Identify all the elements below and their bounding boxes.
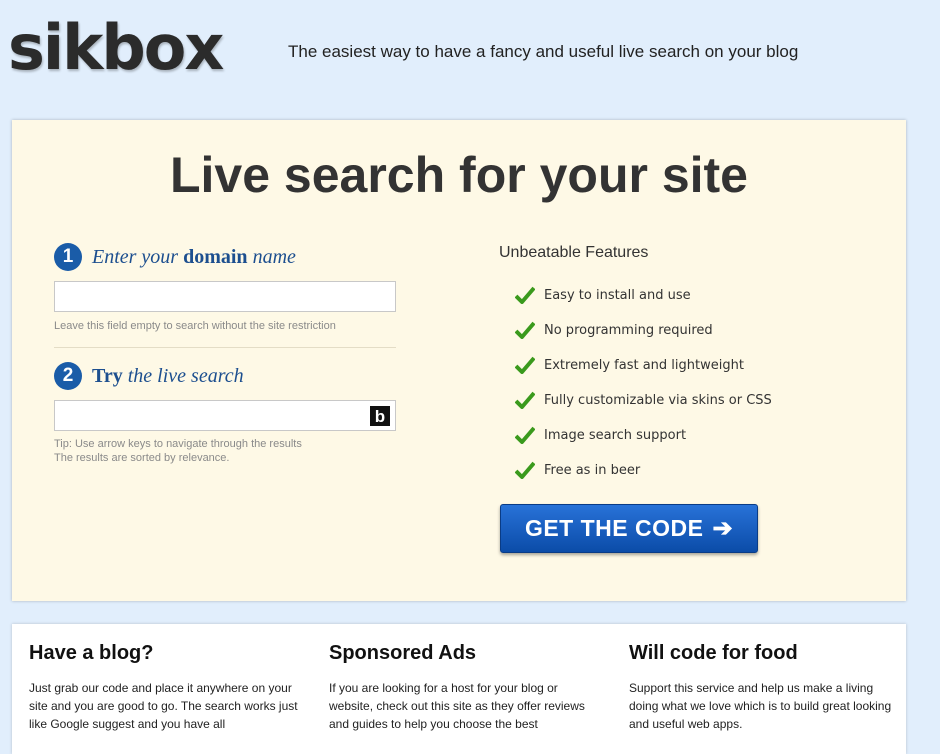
feature-label: Free as in beer bbox=[544, 462, 641, 478]
check-icon bbox=[515, 426, 535, 444]
step-1-number-badge: 1 bbox=[54, 243, 82, 271]
tagline: The easiest way to have a fancy and usef… bbox=[288, 42, 799, 61]
step-2-label: Try the live search bbox=[92, 365, 244, 388]
hero-panel: Live search for your site 1 Enter your d… bbox=[12, 120, 906, 601]
step-2-number-badge: 2 bbox=[54, 362, 82, 390]
step-1-text-b: domain bbox=[183, 245, 248, 268]
column-will-code-for-food: Will code for food Support this service … bbox=[629, 642, 899, 733]
feature-label: Fully customizable via skins or CSS bbox=[544, 392, 772, 408]
arrow-right-icon: ➔ bbox=[712, 515, 734, 542]
info-columns: Have a blog? Just grab our code and plac… bbox=[12, 624, 906, 754]
live-search-hint: Tip: Use arrow keys to navigate through … bbox=[54, 437, 302, 465]
feature-item: Easy to install and use bbox=[515, 286, 691, 304]
step-1-text-c: name bbox=[247, 245, 296, 268]
step-1-text-a: Enter your bbox=[92, 245, 184, 268]
check-icon bbox=[515, 356, 535, 374]
domain-field-wrapper bbox=[54, 281, 396, 312]
features-title: Unbeatable Features bbox=[499, 244, 649, 261]
column-title: Sponsored Ads bbox=[329, 642, 477, 664]
step-divider bbox=[54, 347, 396, 348]
step-1-label: Enter your domain name bbox=[92, 246, 296, 269]
feature-item: Extremely fast and lightweight bbox=[515, 356, 744, 374]
step-2-text-a: Try bbox=[92, 364, 123, 387]
step-2-text-b: the live search bbox=[122, 364, 244, 387]
get-the-code-button[interactable]: GET THE CODE ➔ bbox=[500, 504, 758, 553]
hero-title: Live search for your site bbox=[169, 147, 748, 203]
feature-item: No programming required bbox=[515, 321, 713, 339]
live-search-hint-line-2: The results are sorted by relevance. bbox=[54, 452, 230, 464]
column-text: Just grab our code and place it anywhere… bbox=[29, 681, 298, 731]
domain-input[interactable] bbox=[55, 282, 395, 311]
column-have-a-blog: Have a blog? Just grab our code and plac… bbox=[29, 642, 299, 733]
get-the-code-label: GET THE CODE bbox=[524, 515, 704, 541]
feature-label: Image search support bbox=[544, 427, 687, 443]
column-text: Support this service and help us make a … bbox=[629, 681, 892, 731]
live-search-hint-line-1: Tip: Use arrow keys to navigate through … bbox=[54, 438, 302, 450]
feature-item: Free as in beer bbox=[515, 461, 640, 479]
check-icon bbox=[515, 391, 535, 409]
feature-label: Extremely fast and lightweight bbox=[544, 357, 744, 373]
column-sponsored-ads: Sponsored Ads If you are looking for a h… bbox=[329, 642, 599, 733]
check-icon bbox=[515, 461, 535, 479]
live-search-field-wrapper: b bbox=[54, 400, 396, 431]
check-icon bbox=[515, 286, 535, 304]
step-2-heading: 2 Try the live search bbox=[54, 362, 244, 390]
feature-label: Easy to install and use bbox=[544, 287, 691, 303]
column-title: Have a blog? bbox=[29, 642, 154, 664]
step-1-heading: 1 Enter your domain name bbox=[54, 243, 296, 271]
header: sikbox The easiest way to have a fancy a… bbox=[0, 0, 940, 110]
feature-item: Image search support bbox=[515, 426, 686, 444]
live-search-input[interactable] bbox=[55, 401, 395, 430]
feature-item: Fully customizable via skins or CSS bbox=[515, 391, 772, 409]
column-text: If you are looking for a host for your b… bbox=[329, 681, 585, 731]
domain-hint: Leave this field empty to search without… bbox=[54, 320, 336, 332]
column-title: Will code for food bbox=[629, 642, 798, 664]
feature-label: No programming required bbox=[544, 322, 713, 338]
check-icon bbox=[515, 321, 535, 339]
logo[interactable]: sikbox bbox=[8, 8, 224, 88]
sikbox-search-icon[interactable]: b bbox=[370, 406, 390, 426]
